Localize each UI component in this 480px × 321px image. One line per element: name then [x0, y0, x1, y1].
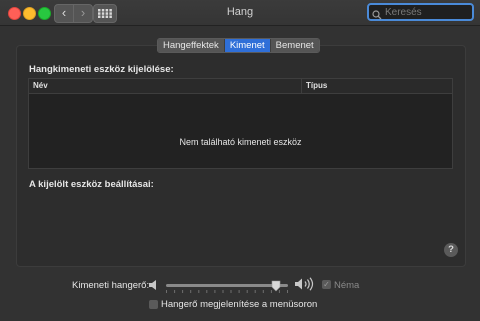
volume-slider[interactable]	[166, 284, 288, 287]
question-mark-icon: ?	[448, 244, 454, 255]
empty-device-message: Nem található kimeneti eszköz	[179, 137, 302, 147]
output-device-table[interactable]: Név Típus Nem található kimeneti eszköz	[28, 78, 453, 169]
volume-slider-thumb[interactable]	[271, 279, 281, 297]
search-input[interactable]	[385, 6, 471, 18]
volume-slider-ticks	[166, 290, 288, 293]
output-panel: Hangkimeneti eszköz kijelölése: Név Típu…	[16, 45, 466, 267]
mute-checkbox[interactable]: ✓	[322, 280, 331, 289]
tab-output[interactable]: Kimenet	[224, 39, 271, 52]
show-volume-in-menubar-label: Hangerő megjelenítése a menüsoron	[161, 299, 318, 310]
device-settings-heading: A kijelölt eszköz beállításai:	[29, 179, 154, 190]
output-device-heading: Hangkimeneti eszköz kijelölése:	[29, 64, 174, 75]
tab-input[interactable]: Bemenet	[270, 39, 319, 52]
search-field[interactable]	[367, 3, 474, 21]
system-preferences-window: ‹ › Hang Hangkim	[0, 0, 480, 321]
column-header-type[interactable]: Típus	[301, 79, 327, 93]
output-volume-label: Kimeneti hangerő:	[72, 280, 150, 291]
tab-sound-effects[interactable]: Hangeffektek	[158, 39, 225, 52]
mute-label: Néma	[334, 280, 360, 291]
search-icon	[372, 7, 382, 25]
tab-bar: Hangeffektek Kimenet Bemenet	[157, 38, 320, 53]
table-header: Név Típus	[29, 79, 452, 94]
titlebar: ‹ › Hang	[0, 0, 480, 26]
checkmark-icon: ✓	[323, 280, 330, 289]
show-volume-in-menubar-checkbox[interactable]	[149, 300, 158, 309]
help-button[interactable]: ?	[444, 243, 458, 257]
speaker-low-icon	[148, 278, 160, 296]
column-header-name[interactable]: Név	[33, 81, 48, 90]
speaker-high-icon	[294, 277, 316, 296]
